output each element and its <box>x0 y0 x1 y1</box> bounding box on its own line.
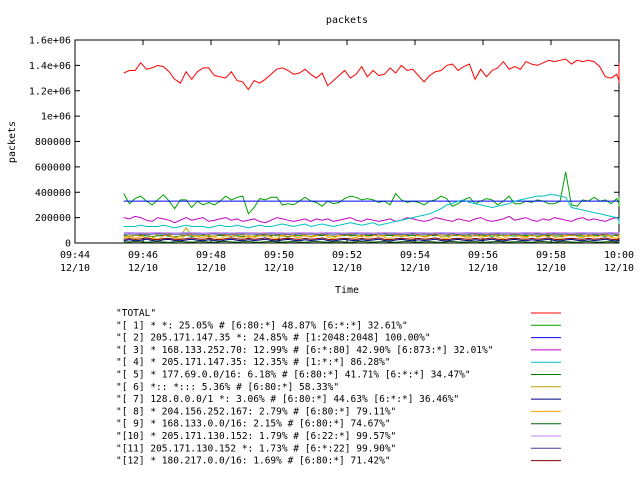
x-tick-label: 09:46 <box>128 250 158 261</box>
x-tick-date-label: 12/10 <box>604 263 634 274</box>
y-tick-label: 1.6e+06 <box>29 36 71 47</box>
x-tick-label: 09:48 <box>196 250 226 261</box>
legend-label: "[ 3] * 168.133.252.70: 12.99% # [6:*:80… <box>116 345 494 356</box>
x-tick-date-label: 12/10 <box>536 263 566 274</box>
x-tick-date-label: 12/10 <box>128 263 158 274</box>
x-tick-date-label: 12/10 <box>60 263 90 274</box>
plot-frame <box>74 39 620 244</box>
legend-label: "[ 4] * 205.171.147.35: 12.35% # [1:*:*]… <box>116 357 391 368</box>
x-tick-date-label: 12/10 <box>400 263 430 274</box>
x-tick-label: 09:54 <box>400 250 430 261</box>
packets-chart: packets packets Time 0 200000 400000 600000… <box>7 15 634 467</box>
y-tick-label: 0 <box>65 239 71 250</box>
legend-label: "[ 6] *:: *::: 5.36% # [6:80:*] 58.33%" <box>116 382 339 393</box>
series-line <box>123 238 620 242</box>
x-tick-label: 09:44 <box>60 250 90 261</box>
series-line <box>123 215 620 224</box>
legend-label: "[11] 205.171.130.152 *: 1.73% # [6:*:22… <box>116 443 396 454</box>
x-tick-label: 09:58 <box>536 250 566 261</box>
legend-label: "[ 1] * *: 25.05% # [6:80:*] 48.87% [6:*… <box>116 320 408 331</box>
y-tick-label: 600000 <box>35 162 71 173</box>
x-axis-label: Time <box>335 285 359 296</box>
x-tick-label: 09:52 <box>332 250 362 261</box>
x-tick-label: 10:00 <box>604 250 634 261</box>
y-tick-label: 400000 <box>35 188 71 199</box>
legend-label: "[ 9] * 168.133.0.0/16: 2.15% # [6:80:*]… <box>116 419 391 430</box>
legend-label: "[10] * 205.171.130.152: 1.79% # [6:22:*… <box>116 431 396 442</box>
legend-label: "[ 2] 205.171.147.35 *: 24.85% # [1:2048… <box>116 333 431 344</box>
x-tick-date-label: 12/10 <box>196 263 226 274</box>
legend-label: "TOTAL" <box>116 308 156 319</box>
y-tick-label: 1e+06 <box>41 112 71 123</box>
x-tick-date-label: 12/10 <box>264 263 294 274</box>
series-line <box>123 171 620 215</box>
y-tick-label: 200000 <box>35 213 71 224</box>
legend-label: "[ 7] 128.0.0.0/1 *: 3.06% # [6:80:*] 44… <box>116 394 459 405</box>
y-tick-label: 1.4e+06 <box>29 61 71 72</box>
series-line <box>123 240 620 243</box>
legend-label: "[ 8] * 204.156.252.167: 2.79% # [6:80:*… <box>116 406 396 417</box>
chart-title: packets <box>326 15 368 26</box>
series-line <box>123 58 620 91</box>
legend: "TOTAL""[ 1] * *: 25.05% # [6:80:*] 48.8… <box>116 308 561 467</box>
x-tick-label: 09:56 <box>468 250 498 261</box>
series-layer <box>123 58 620 243</box>
x-tick-date-label: 12/10 <box>332 263 362 274</box>
y-axis: 0 200000 400000 600000 800000 1e+06 1.2e+06 1.4… <box>29 36 619 250</box>
legend-label: "[ 5] * 177.69.0.0/16: 6.18% # [6:80:*] … <box>116 370 471 381</box>
legend-label: "[12] * 180.217.0.0/16: 1.69% # [6:80:*]… <box>116 456 391 467</box>
y-axis-label: packets <box>7 121 18 163</box>
x-tick-date-label: 12/10 <box>468 263 498 274</box>
y-tick-label: 1.2e+06 <box>29 86 71 97</box>
y-tick-label: 800000 <box>35 137 71 148</box>
x-tick-label: 09:50 <box>264 250 294 261</box>
